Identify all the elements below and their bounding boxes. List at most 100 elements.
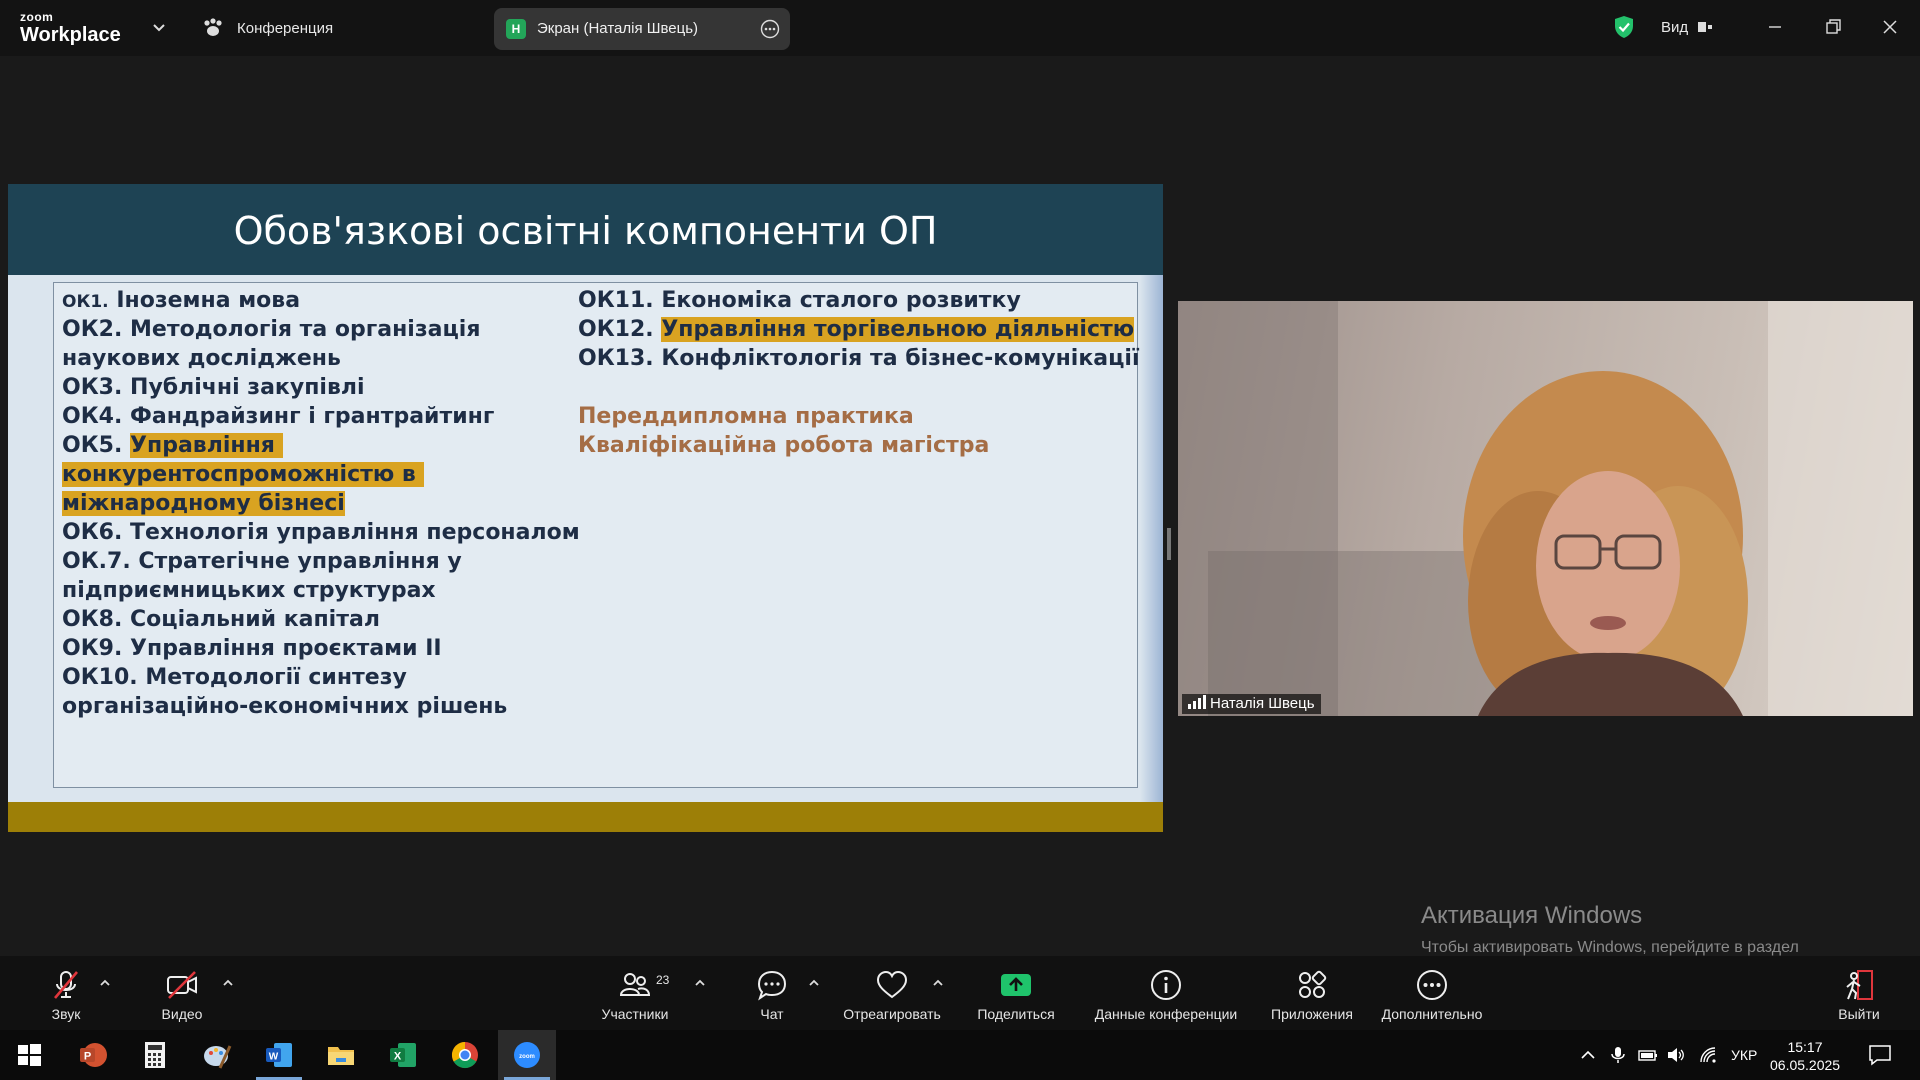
battery-icon[interactable]: [1638, 1045, 1658, 1065]
svg-text:P: P: [84, 1051, 91, 1063]
course-item: ОК13. Конфліктологія та бізнес-комунікац…: [578, 346, 1140, 371]
heart-icon: [876, 970, 908, 999]
chevron-up-icon[interactable]: [222, 978, 234, 988]
participants-button[interactable]: Участники: [588, 956, 682, 1030]
meeting-toolbar: Звук Видео Участники 23 Чат Отреагироват…: [0, 956, 1920, 1030]
chevron-up-icon[interactable]: [1578, 1045, 1598, 1065]
course-item: ОК.7. Стратегічне управління у: [62, 549, 462, 574]
course-item: ОК11. Економіка сталого розвитку: [578, 288, 1021, 313]
participant-video-frame: [1178, 301, 1913, 716]
course-item-highlighted: ОК5. Управління: [62, 431, 283, 460]
course-item: ОК2. Методологія та організація: [62, 317, 481, 342]
participant-video[interactable]: Наталія Швець: [1178, 301, 1913, 716]
slide-title: Обов'язкові освітні компоненти ОП: [233, 209, 938, 253]
taskbar-file-explorer[interactable]: [312, 1030, 370, 1080]
react-button[interactable]: Отреагировать: [834, 956, 950, 1030]
course-item: ОК6. Технологія управління персоналом: [62, 520, 580, 545]
screen-share-indicator[interactable]: Н Экран (Наталія Швець): [494, 8, 790, 50]
speaker-icon[interactable]: [1666, 1045, 1686, 1065]
chevron-up-icon[interactable]: [694, 978, 706, 988]
clock[interactable]: 15:17 06.05.2025: [1770, 1038, 1840, 1074]
chevron-up-icon[interactable]: [932, 978, 944, 988]
more-label: Дополнительно: [1381, 1006, 1483, 1022]
input-language[interactable]: УКР: [1731, 1047, 1757, 1063]
taskbar-calculator[interactable]: [126, 1030, 184, 1080]
close-icon[interactable]: [1879, 16, 1901, 38]
apps-icon: [1299, 970, 1327, 998]
taskbar-zoom[interactable]: zoom: [498, 1030, 556, 1080]
course-item-highlighted: ОК12. Управління торгівельною діяльністю: [578, 317, 1135, 342]
restore-icon[interactable]: [1822, 16, 1844, 38]
wifi-icon[interactable]: [1698, 1045, 1718, 1065]
zoom-app-icon: zoom: [514, 1042, 540, 1068]
calculator-icon: [145, 1042, 165, 1068]
apps-label: Приложения: [1271, 1006, 1353, 1022]
microphone-muted-icon: [54, 971, 78, 999]
apps-button[interactable]: Приложения: [1262, 956, 1362, 1030]
windows-taskbar: P W X zoom УКР 15:17 06.05.2025: [0, 1030, 1920, 1080]
minimize-icon[interactable]: [1764, 16, 1786, 38]
svg-text:X: X: [394, 1051, 402, 1063]
view-menu[interactable]: Вид: [1661, 19, 1688, 36]
split-resize-handle[interactable]: [1167, 528, 1171, 560]
audio-label: Звук: [51, 1006, 81, 1022]
clock-date: 06.05.2025: [1770, 1057, 1841, 1073]
leave-button[interactable]: Выйти: [1822, 956, 1896, 1030]
more-options-icon[interactable]: [760, 19, 780, 39]
shared-screen: Обов'язкові освітні компоненти ОП ОК1. І…: [8, 184, 1163, 832]
video-label: Видео: [161, 1006, 203, 1022]
practice-item: Переддипломна практика: [578, 404, 914, 429]
camera-off-icon: [167, 971, 197, 999]
video-button[interactable]: Видео: [144, 956, 220, 1030]
chevron-up-icon[interactable]: [808, 978, 820, 988]
chat-button[interactable]: Чат: [736, 956, 808, 1030]
activation-watermark-title: Активация Windows: [1421, 902, 1643, 929]
brand-line1: zoom: [20, 10, 54, 24]
meeting-info-button[interactable]: Данные конференции: [1086, 956, 1246, 1030]
more-button[interactable]: Дополнительно: [1374, 956, 1490, 1030]
course-item: ОК10. Методології синтезу: [62, 665, 407, 690]
taskbar-chrome[interactable]: [436, 1030, 494, 1080]
share-label: Экран (Наталія Швець): [537, 20, 699, 37]
participant-name-tag: Наталія Швець: [1182, 694, 1321, 714]
audio-button[interactable]: Звук: [28, 956, 104, 1030]
notifications-icon[interactable]: [1868, 1043, 1892, 1067]
svg-text:zoom: zoom: [519, 1054, 535, 1060]
course-item-continuation: конкурентоспроможністю в: [62, 460, 424, 489]
chevron-down-icon[interactable]: [152, 20, 166, 34]
chrome-icon: [451, 1041, 478, 1069]
microphone-icon[interactable]: [1608, 1045, 1628, 1065]
chat-label: Чат: [760, 1006, 784, 1022]
excel-icon: X: [390, 1043, 416, 1067]
slide-edge-gradient: [1140, 275, 1163, 802]
paint-palette-icon: [204, 1045, 232, 1069]
course-item: ОК1. Іноземна мова: [62, 288, 301, 313]
title-bar: zoom Workplace Конференция Н Экран (Ната…: [0, 0, 1920, 56]
course-item-continuation: міжнародному бізнесі: [62, 491, 345, 516]
svg-text:W: W: [269, 1052, 279, 1063]
slide-footer: [8, 802, 1163, 832]
leave-icon: [1846, 970, 1873, 1000]
meeting-info-label: Данные конференции: [1094, 1006, 1238, 1022]
folder-icon: [328, 1047, 354, 1065]
start-button[interactable]: [0, 1030, 58, 1080]
paw-icon: [204, 18, 222, 36]
view-layout-icon[interactable]: [1697, 19, 1713, 35]
taskbar-excel[interactable]: X: [374, 1030, 432, 1080]
chat-icon: [757, 970, 787, 1001]
course-item-continuation: наукових досліджень: [62, 346, 341, 371]
meeting-menu[interactable]: Конференция: [237, 20, 333, 37]
taskbar-word[interactable]: W: [250, 1030, 308, 1080]
word-icon: W: [266, 1043, 292, 1067]
zoom-logo: zoom Workplace: [20, 11, 121, 45]
signal-strength-icon: [1188, 695, 1206, 709]
more-icon: [1417, 970, 1447, 1000]
shield-check-icon[interactable]: [1613, 15, 1635, 39]
powerpoint-icon: P: [80, 1043, 107, 1067]
taskbar-paint[interactable]: [188, 1030, 246, 1080]
thesis-item: Кваліфікаційна робота магістра: [578, 433, 990, 458]
share-button[interactable]: Поделиться: [968, 956, 1064, 1030]
chevron-up-icon[interactable]: [99, 978, 111, 988]
course-item-continuation: організаційно-економічних рішень: [62, 694, 508, 719]
taskbar-powerpoint[interactable]: P: [64, 1030, 122, 1080]
